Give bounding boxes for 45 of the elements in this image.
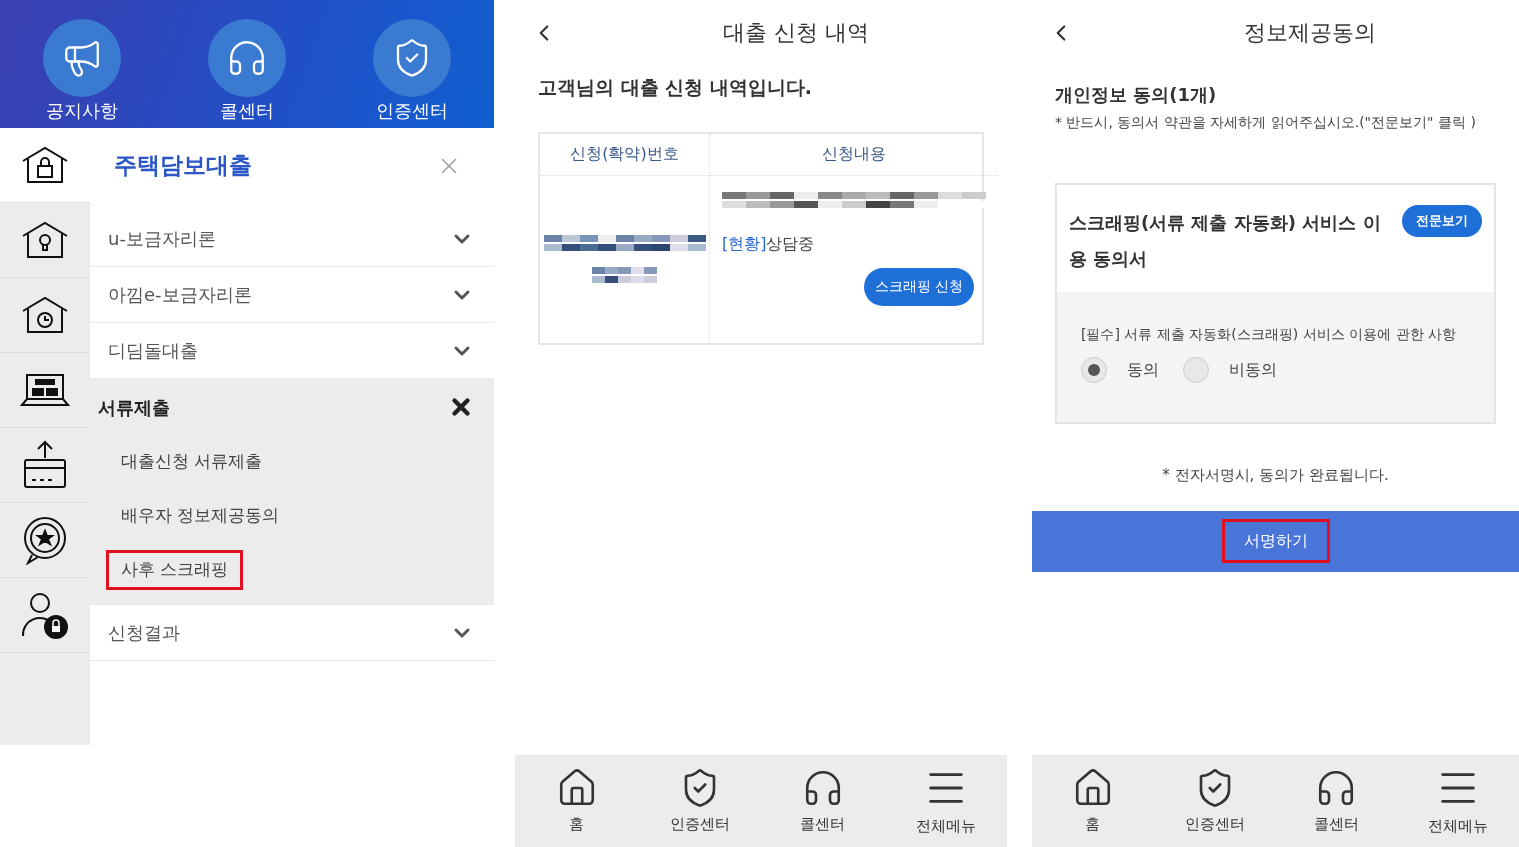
menu-item[interactable]: 서류제출 <box>90 379 494 435</box>
column-header: 신청(확약)번호 <box>540 133 710 176</box>
footer-note: * 전자서명시, 동의가 완료됩니다. <box>1162 465 1389 486</box>
user-lock-icon <box>20 591 70 639</box>
menu-item[interactable]: 아낌e-보금자리론 <box>90 267 494 323</box>
nav-item[interactable]: 전체메뉴 <box>884 764 1007 838</box>
radio-button[interactable] <box>1081 357 1107 383</box>
submenu-item[interactable]: 대출신청 서류제출 <box>106 442 278 482</box>
house-clock-icon <box>20 295 70 335</box>
house-bulb-icon <box>20 220 70 260</box>
radio-option[interactable]: 비동의 <box>1183 357 1277 383</box>
page-title: 대출 신청 내역 <box>723 19 869 47</box>
page-subtitle: 고객님의 대출 신청 내역입니다. <box>538 75 814 100</box>
nav-item[interactable]: 홈 <box>515 766 638 836</box>
radio-button[interactable] <box>1183 357 1209 383</box>
nav-item[interactable]: 인증센터 <box>638 766 761 836</box>
menu-item[interactable]: 신청결과 <box>90 605 494 661</box>
nav-item[interactable]: 콜센터 <box>1275 766 1398 836</box>
section-title: 개인정보 동의(1개) <box>1055 83 1218 107</box>
column-header: 신청내용 <box>710 133 998 176</box>
redacted-number-drawing <box>592 267 657 283</box>
card-upload-icon <box>22 440 68 490</box>
radio-option[interactable]: 동의 <box>1081 357 1159 383</box>
sidebar-tab[interactable] <box>0 128 90 203</box>
view-full-button[interactable]: 전문보기 <box>1402 205 1482 237</box>
shortcut-button[interactable]: 인증센터 <box>329 19 494 124</box>
menu-item[interactable]: u-보금자리론 <box>90 211 494 267</box>
menu-title: 주택담보대출 <box>114 151 252 181</box>
card-title: 스크래핑(서류 제출 자동화) 서비스 이용 동의서 <box>1069 211 1382 271</box>
shortcut-button[interactable]: 공지사항 <box>0 19 165 124</box>
laptop-icon <box>20 372 70 408</box>
scraping-request-button[interactable]: 스크래핑 신청 <box>864 267 974 306</box>
nav-item[interactable]: 홈 <box>1032 766 1154 836</box>
page-title: 정보제공동의 <box>1244 19 1376 47</box>
sign-button[interactable]: 서명하기 <box>1221 519 1330 563</box>
submenu-item[interactable]: 사후 스크래핑 <box>106 550 244 590</box>
house-lock-icon <box>20 145 70 185</box>
status-text: [현황]상담중 <box>722 232 816 255</box>
notice-text: * 반드시, 동의서 약관을 자세하게 읽어주십시오.("전문보기" 클릭 ) <box>1055 113 1477 132</box>
nav-item[interactable]: 인증센터 <box>1153 766 1276 836</box>
nav-item[interactable]: 전체메뉴 <box>1397 764 1519 838</box>
nav-item[interactable]: 콜센터 <box>761 766 884 836</box>
submenu-item[interactable]: 배우자 정보제공동의 <box>106 496 295 536</box>
shortcut-button[interactable]: 콜센터 <box>164 19 330 124</box>
consent-item-text: [필수] 서류 제출 자동화(스크래핑) 서비스 이용에 관한 사항 <box>1081 325 1457 344</box>
